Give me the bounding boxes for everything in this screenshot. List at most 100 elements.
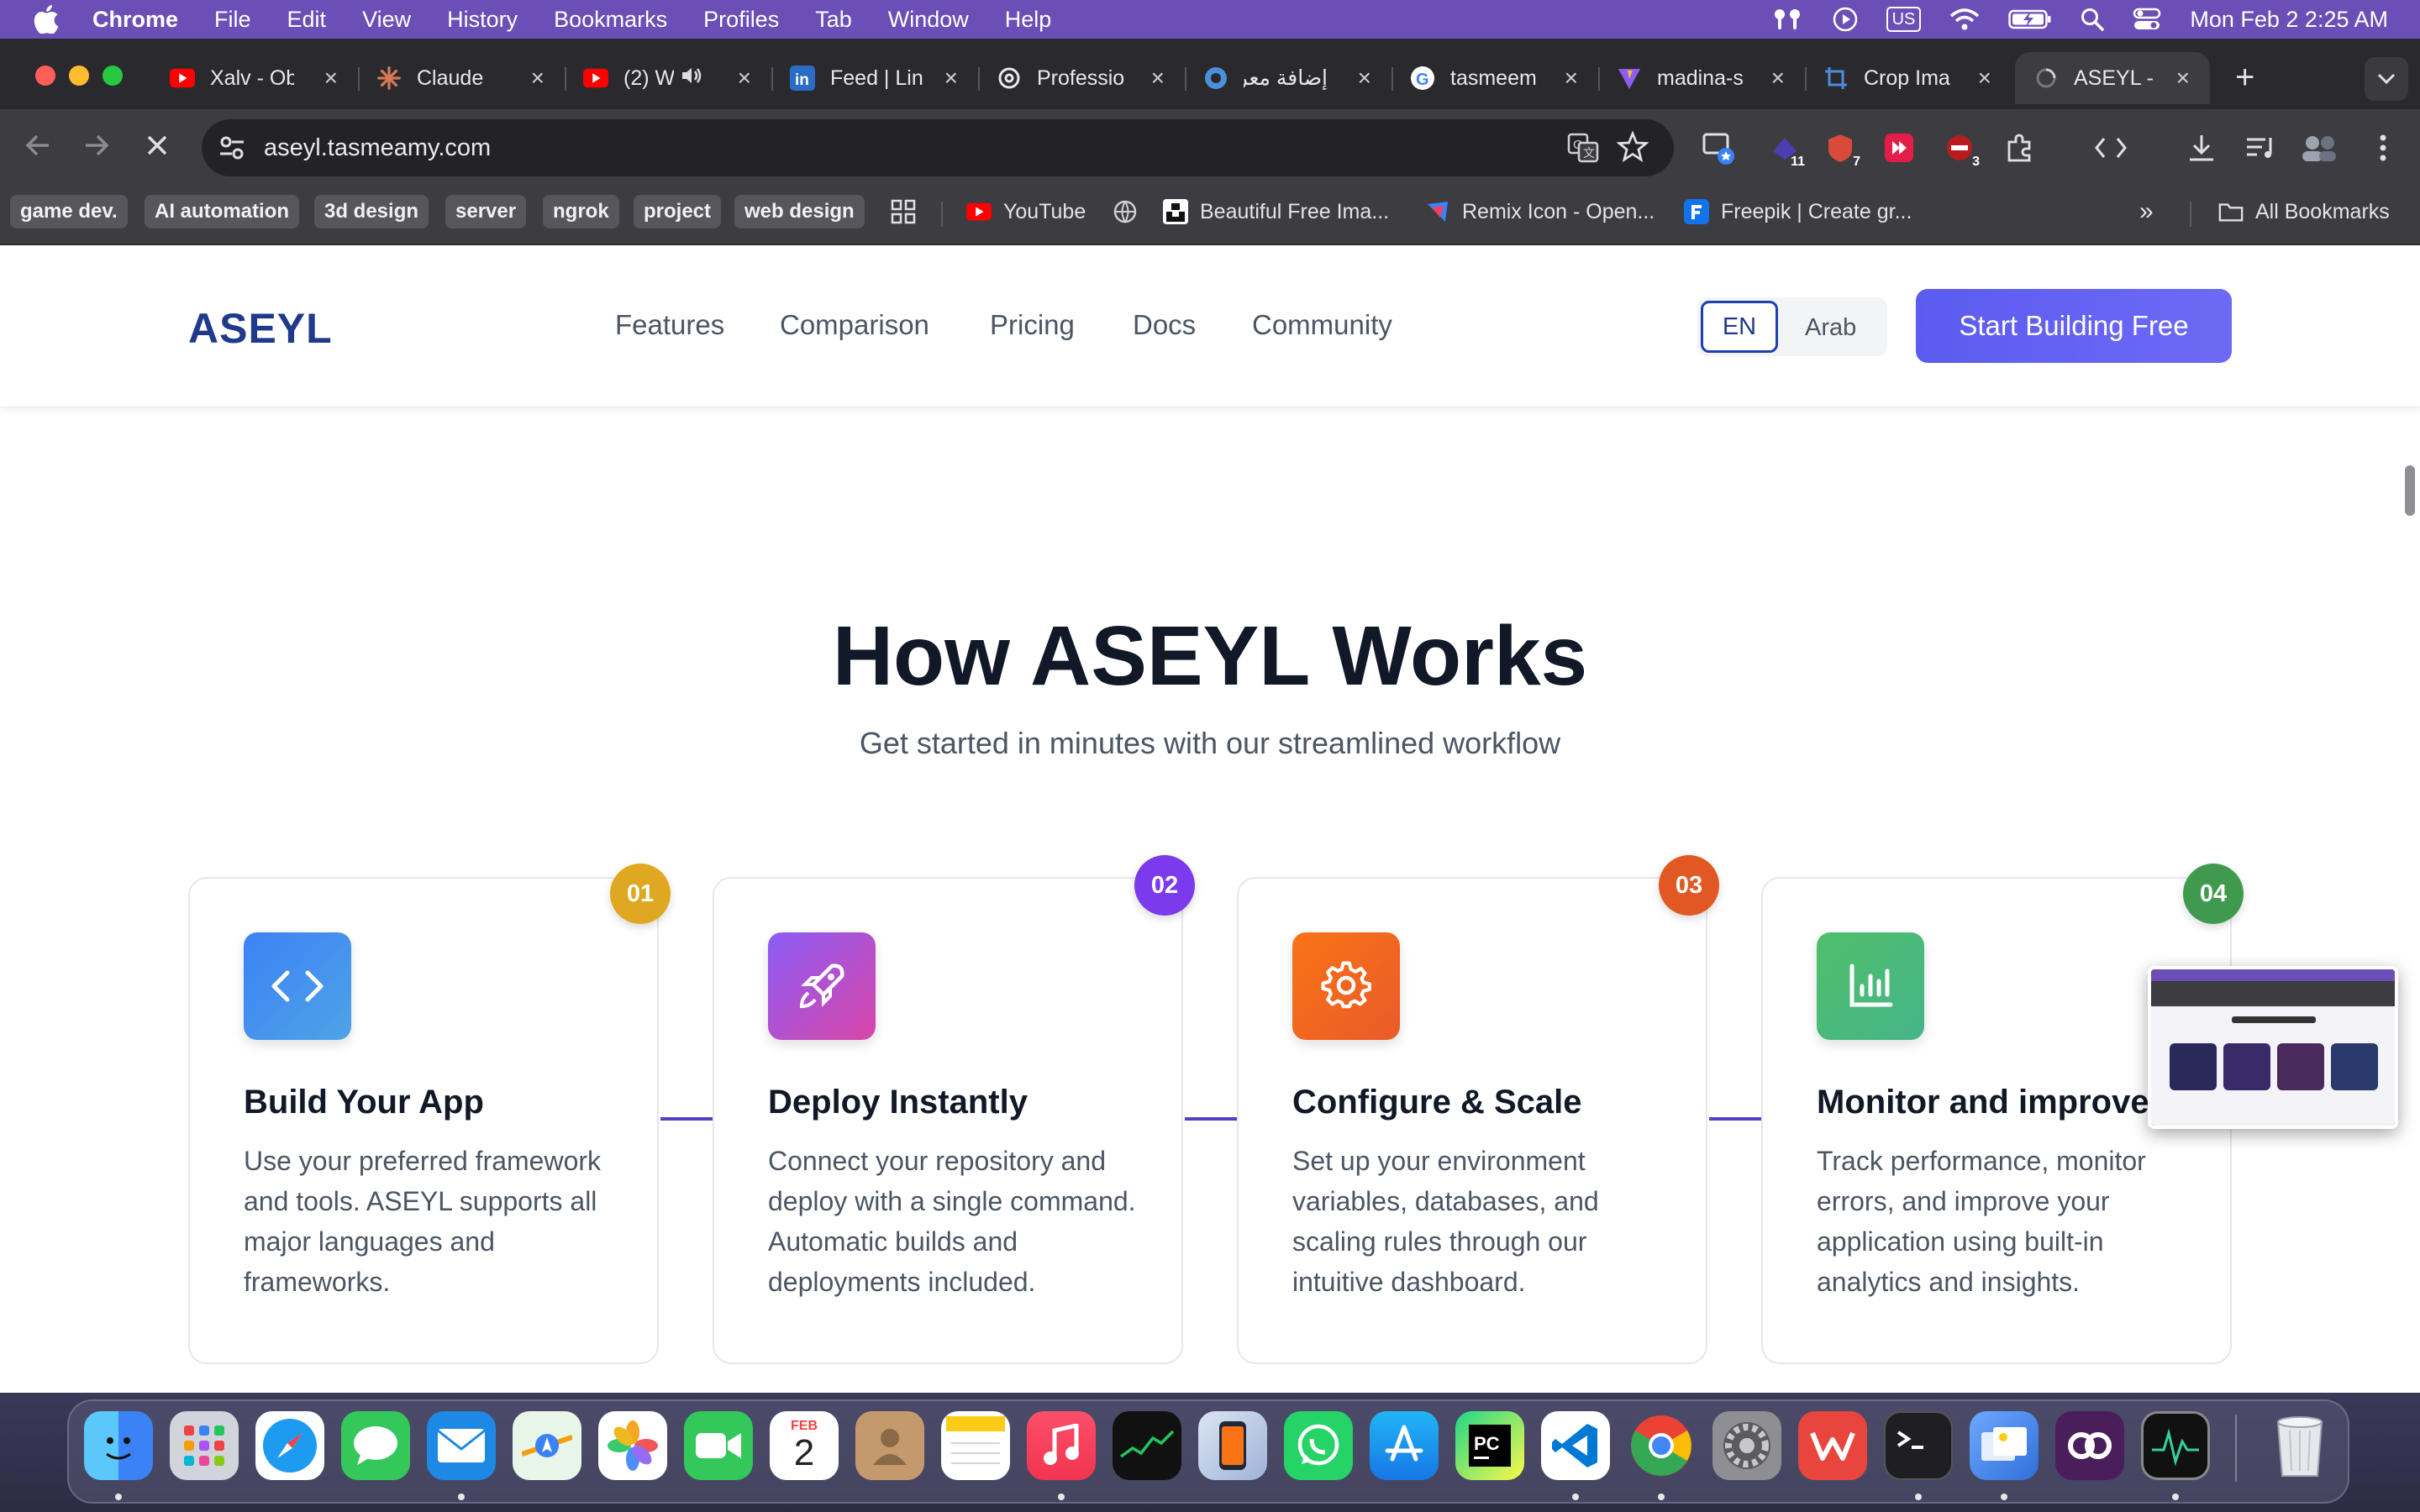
bookmark-star-icon[interactable] (1616, 130, 1649, 167)
apps-grid-icon[interactable] (891, 195, 916, 228)
url-text[interactable]: aseyl.tasmeamy.com (264, 134, 491, 162)
tab-close-icon[interactable]: × (1565, 65, 1578, 92)
browser-tab-active[interactable]: ASEYL - × (2015, 52, 2210, 104)
input-source-indicator[interactable]: US (1886, 7, 1922, 32)
new-tab-icon[interactable]: + (2235, 59, 2254, 97)
start-building-button[interactable]: Start Building Free (1916, 289, 2232, 363)
bookmark-folder[interactable]: project (634, 195, 722, 228)
tab-close-icon[interactable]: × (1978, 65, 1991, 92)
menu-file[interactable]: File (214, 7, 251, 33)
music-icon[interactable] (1027, 1411, 1096, 1480)
menu-history[interactable]: History (447, 7, 518, 33)
nav-link-features[interactable]: Features (615, 309, 724, 341)
creative-cloud-icon[interactable] (2055, 1411, 2124, 1480)
control-center-icon[interactable] (2133, 8, 2161, 31)
site-info-icon[interactable] (215, 131, 249, 169)
language-en-button[interactable]: EN (1701, 301, 1778, 353)
tab-close-icon[interactable]: × (1358, 65, 1371, 92)
airpods-icon[interactable] (1770, 8, 1804, 31)
extensions-puzzle-icon[interactable] (2000, 128, 2040, 168)
browser-tab[interactable]: Claude × (376, 52, 544, 104)
trash-icon[interactable] (2265, 1411, 2334, 1480)
audio-playing-icon[interactable] (681, 66, 702, 92)
pycharm-icon[interactable]: PC (1455, 1411, 1524, 1480)
extension-icon[interactable]: 3 (1939, 128, 1983, 170)
notes-icon[interactable] (941, 1411, 1010, 1480)
browser-tab[interactable]: in Feed | Lin × (790, 52, 958, 104)
menu-tab[interactable]: Tab (815, 7, 852, 33)
page-scrollbar[interactable] (2405, 465, 2415, 516)
iphone-mirroring-icon[interactable] (1198, 1411, 1267, 1480)
bookmark-folder[interactable]: game dev. (10, 195, 128, 228)
tab-close-icon[interactable]: × (1771, 65, 1785, 92)
downloads-icon[interactable] (2181, 128, 2222, 168)
browser-tab[interactable]: Professio × (997, 52, 1165, 104)
activity-monitor-icon[interactable] (2141, 1411, 2210, 1480)
language-arabic-button[interactable]: Arab (1805, 314, 1856, 342)
tab-close-icon[interactable]: × (324, 65, 338, 92)
apple-logo-icon[interactable] (34, 5, 59, 34)
bookmark-link-youtube[interactable]: YouTube (966, 195, 1086, 228)
chrome-menu-icon[interactable] (2363, 128, 2403, 168)
browser-tab[interactable]: (2) W × (583, 52, 751, 104)
menu-help[interactable]: Help (1005, 7, 1052, 33)
wps-office-icon[interactable] (1798, 1411, 1867, 1480)
browser-tab[interactable]: إضافة معرض × (1203, 52, 1371, 104)
extension-tab-manager-icon[interactable] (1699, 128, 1739, 168)
translate-icon[interactable]: G文 (1566, 131, 1600, 169)
stocks-icon[interactable] (1113, 1411, 1181, 1480)
all-bookmarks-button[interactable]: All Bookmarks (2218, 195, 2390, 228)
preview-app-icon[interactable] (1970, 1411, 2039, 1480)
nav-link-community[interactable]: Community (1252, 309, 1392, 341)
vscode-icon[interactable] (1541, 1411, 1610, 1480)
window-zoom-button[interactable] (103, 66, 123, 86)
photos-icon[interactable] (598, 1411, 667, 1480)
menu-edit[interactable]: Edit (287, 7, 327, 33)
tab-search-icon[interactable] (2365, 57, 2408, 101)
browser-tab[interactable]: Xalv - Ob × (170, 52, 338, 104)
facetime-icon[interactable] (684, 1411, 753, 1480)
stop-loading-icon[interactable] (141, 129, 173, 165)
launchpad-icon[interactable] (170, 1411, 239, 1480)
bookmark-folder[interactable]: AI automation (145, 195, 299, 228)
nav-link-docs[interactable]: Docs (1133, 309, 1196, 341)
app-store-icon[interactable] (1370, 1411, 1439, 1480)
contacts-icon[interactable] (855, 1411, 924, 1480)
tab-close-icon[interactable]: × (738, 65, 751, 92)
back-arrow-icon[interactable] (22, 129, 54, 165)
bookmark-link-unsplash[interactable]: Beautiful Free Ima... (1163, 195, 1389, 228)
menu-profiles[interactable]: Profiles (703, 7, 779, 33)
finder-icon[interactable] (84, 1411, 153, 1480)
bookmark-folder[interactable]: web design (734, 195, 865, 228)
wifi-icon[interactable] (1949, 8, 1980, 31)
extension-icon[interactable]: 11 (1765, 128, 1808, 170)
nav-link-comparison[interactable]: Comparison (780, 309, 929, 341)
profile-avatar-icon[interactable] (2299, 128, 2339, 168)
terminal-icon[interactable] (1884, 1411, 1953, 1480)
tab-close-icon[interactable]: × (531, 65, 544, 92)
mail-icon[interactable] (427, 1411, 496, 1480)
bookmark-link-remix-icon[interactable]: Remix Icon - Open... (1425, 195, 1655, 228)
browser-tab[interactable]: Crop Ima × (1823, 52, 1991, 104)
bookmark-folder[interactable]: ngrok (543, 195, 619, 228)
extension-icon[interactable] (1879, 128, 1919, 168)
more-bookmarks-chevron-icon[interactable]: » (2139, 195, 2154, 228)
battery-icon[interactable] (2008, 8, 2052, 30)
browser-tab[interactable]: madina-s × (1617, 52, 1785, 104)
globe-icon[interactable] (1113, 195, 1138, 228)
menu-app-name[interactable]: Chrome (92, 7, 178, 33)
play-icon[interactable] (1833, 7, 1858, 32)
reading-list-icon[interactable] (2240, 128, 2281, 168)
site-logo[interactable]: ASEYL (188, 304, 333, 353)
calendar-icon[interactable]: FEB 2 (770, 1411, 839, 1480)
spotlight-search-icon[interactable] (2081, 8, 2105, 31)
bookmark-folder[interactable]: 3d design (314, 195, 429, 228)
bookmark-folder[interactable]: server (445, 195, 527, 228)
chrome-icon[interactable] (1627, 1411, 1696, 1480)
menu-view[interactable]: View (362, 7, 411, 33)
devtools-code-icon[interactable] (2091, 128, 2131, 168)
address-bar[interactable]: aseyl.tasmeamy.com G文 (202, 119, 1674, 176)
browser-tab[interactable]: G tasmeem × (1410, 52, 1578, 104)
forward-arrow-icon[interactable] (81, 129, 113, 165)
window-close-button[interactable] (35, 66, 55, 86)
